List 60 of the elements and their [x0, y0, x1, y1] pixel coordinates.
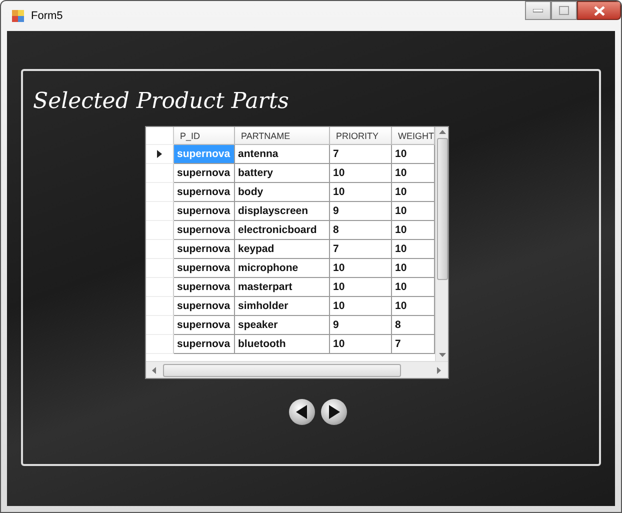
scrollbar-thumb[interactable]: [436, 138, 448, 280]
table-cell: bluetooth: [235, 335, 330, 354]
table-cell: supernova: [174, 259, 235, 278]
app-icon: [11, 9, 25, 23]
row-header[interactable]: [146, 145, 174, 164]
column-header[interactable]: P_ID: [174, 127, 235, 145]
vertical-scrollbar[interactable]: [435, 127, 448, 361]
table-cell: 10: [330, 297, 392, 316]
table-cell: antenna: [235, 145, 330, 164]
heading: Selected Product Parts: [33, 89, 289, 114]
table-cell: supernova: [174, 278, 235, 297]
table-cell: 7: [330, 240, 392, 259]
column-header[interactable]: PARTNAME: [235, 127, 330, 145]
table-cell: 9: [330, 202, 392, 221]
scrollbar-thumb[interactable]: [163, 364, 401, 376]
minimize-button[interactable]: [525, 1, 551, 20]
maximize-button[interactable]: [551, 1, 577, 20]
table-cell: microphone: [235, 259, 330, 278]
scroll-right-icon[interactable]: [437, 366, 442, 374]
next-button[interactable]: [321, 399, 347, 425]
window-title: Form5: [31, 10, 63, 22]
minimize-icon: [533, 8, 543, 12]
table-cell: displayscreen: [235, 202, 330, 221]
close-icon: [594, 6, 604, 16]
scroll-left-icon[interactable]: [152, 366, 157, 374]
right-arrow-icon: [328, 405, 340, 419]
table-cell: supernova: [174, 164, 235, 183]
scroll-down-icon[interactable]: [438, 353, 446, 358]
table-cell: simholder: [235, 297, 330, 316]
table-cell: 8: [330, 221, 392, 240]
table-cell: 10: [330, 278, 392, 297]
left-arrow-icon: [296, 405, 308, 419]
previous-button[interactable]: [289, 399, 315, 425]
table-cell: supernova: [174, 202, 235, 221]
table-cell: 10: [330, 183, 392, 202]
column-header[interactable]: WEIGHT: [392, 127, 435, 145]
table-cell: supernova: [174, 335, 235, 354]
horizontal-scrollbar[interactable]: [146, 361, 448, 378]
table-cell: electronicboard: [235, 221, 330, 240]
scroll-up-icon[interactable]: [438, 130, 446, 135]
table-cell: supernova: [174, 240, 235, 259]
maximize-icon: [559, 6, 569, 15]
table-cell: masterpart: [235, 278, 330, 297]
table-cell: supernova: [174, 316, 235, 335]
current-row-icon: [157, 150, 162, 158]
table-cell: 10: [330, 259, 392, 278]
table-cell: supernova: [174, 297, 235, 316]
close-button[interactable]: [577, 1, 621, 20]
table-cell: 9: [330, 316, 392, 335]
table-cell: supernova: [174, 183, 235, 202]
table-cell: 10: [330, 164, 392, 183]
table-cell: supernova: [174, 145, 235, 164]
table-cell: 7: [330, 145, 392, 164]
table-cell: speaker: [235, 316, 330, 335]
table-cell: 10: [330, 335, 392, 354]
table-cell: battery: [235, 164, 330, 183]
table-cell: supernova: [174, 221, 235, 240]
column-header[interactable]: PRIORITY: [330, 127, 392, 145]
table-cell: keypad: [235, 240, 330, 259]
table-cell: body: [235, 183, 330, 202]
